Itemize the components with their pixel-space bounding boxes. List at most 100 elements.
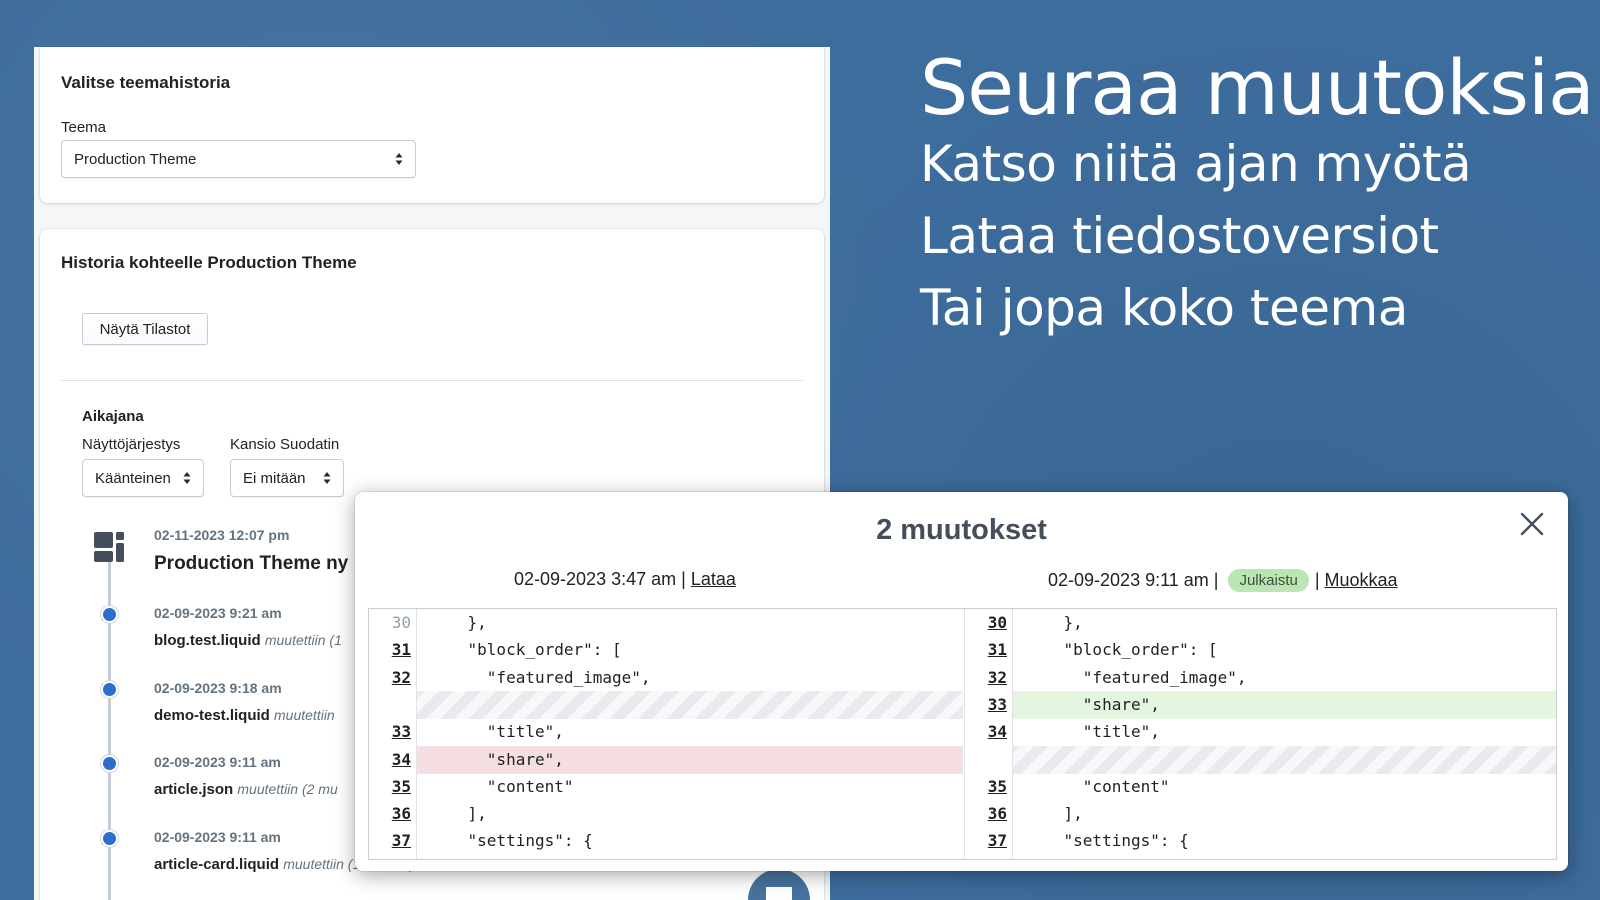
line-number[interactable]: 30 [369, 613, 415, 632]
hero-line-3: Tai jopa koko teema [920, 278, 1408, 337]
code-line: "content" [1025, 776, 1170, 796]
line-number[interactable]: 33 [965, 695, 1011, 714]
right-separator: | [1314, 570, 1320, 590]
code-line: "featured_image", [429, 667, 651, 687]
code-line: "share", [1013, 690, 1556, 719]
diff-row-context: "featured_image", 32 [369, 664, 963, 692]
diff-row-context: ], 36 [965, 800, 1556, 828]
diff-row-added: "share", 33 [965, 690, 1556, 719]
order-label: Näyttöjärjestys [82, 436, 181, 453]
modal-title: 2 muutokset [876, 514, 1047, 546]
line-number[interactable]: 33 [369, 722, 415, 741]
timeline-date: 02-11-2023 12:07 pm [154, 527, 290, 543]
timeline-item-name: blog.test.liquid [154, 632, 261, 649]
close-icon[interactable] [1518, 510, 1546, 538]
timeline-item-title[interactable]: demo-test.liquid muutettiin [154, 707, 335, 724]
code-line: "settings": { [429, 831, 593, 851]
theme-card-title: Valitse teemahistoria [61, 73, 231, 92]
timeline-dot [101, 606, 118, 623]
timeline-dot [101, 830, 118, 847]
line-number[interactable]: 34 [369, 750, 415, 769]
code-line: ], [1025, 804, 1083, 824]
folder-filter-select[interactable]: Ei mitään [230, 459, 344, 497]
line-number[interactable]: 36 [369, 804, 415, 823]
diff-row-context: }, 30 [369, 609, 963, 637]
line-number[interactable]: 34 [965, 722, 1011, 741]
code-line: "content" [429, 776, 574, 796]
code-line: "featured_image", [1025, 667, 1247, 687]
timeline-item-title[interactable]: blog.test.liquid muutettiin (1 [154, 632, 342, 649]
select-arrows-icon [395, 153, 403, 165]
right-revision-date: 02-09-2023 9:11 am | [1048, 570, 1219, 590]
timeline-date: 02-09-2023 9:18 am [154, 680, 282, 696]
timeline-title: Aikajana [82, 408, 144, 425]
timeline-dot [101, 681, 118, 698]
order-select-value: Käänteinen [95, 469, 171, 487]
theme-icon [94, 532, 124, 562]
timeline-item-name: Production Theme ny [154, 553, 349, 574]
folder-filter-value: Ei mitään [243, 469, 306, 487]
diff-row-context: "title", 34 [965, 718, 1556, 746]
diff-row-removed: "share", 34 [369, 745, 963, 774]
line-number[interactable]: 36 [965, 804, 1011, 823]
theme-label: Teema [61, 119, 107, 136]
timeline-date: 02-09-2023 9:21 am [154, 605, 282, 621]
theme-select[interactable]: Production Theme [61, 140, 416, 178]
select-arrows-icon [323, 472, 331, 484]
code-line: }, [429, 613, 487, 632]
line-number[interactable]: 32 [369, 668, 415, 687]
order-select[interactable]: Käänteinen [82, 459, 204, 497]
edit-link[interactable]: Muokkaa [1325, 570, 1398, 591]
timeline-dot [101, 755, 118, 772]
line-number[interactable]: 32 [965, 668, 1011, 687]
timeline-item-name: demo-test.liquid [154, 707, 270, 724]
code-line: "title", [1025, 722, 1160, 742]
download-link[interactable]: Lataa [691, 569, 736, 590]
line-number[interactable]: 35 [369, 777, 415, 796]
history-card-title: Historia kohteelle Production Theme [61, 253, 357, 272]
timeline-item-name: article.json [154, 781, 234, 798]
hero-title: Seuraa muutoksia [920, 43, 1595, 132]
chat-button[interactable] [748, 869, 810, 900]
line-number[interactable]: 37 [369, 831, 415, 850]
diff-row-gap [965, 745, 1556, 774]
line-number[interactable]: 30 [965, 613, 1011, 632]
code-line [1013, 745, 1556, 774]
hero-line-2: Lataa tiedostoversiot [920, 206, 1439, 265]
code-line: "settings": { [1025, 831, 1189, 851]
code-line: "share", [417, 745, 963, 774]
line-number[interactable]: 37 [965, 831, 1011, 850]
code-line: }, [1025, 613, 1083, 632]
diff-pane-old: }, 30 "block_order": [31 "featured_image"… [369, 609, 963, 859]
diff-row-context: "settings": { 37 [369, 827, 963, 855]
select-arrows-icon [183, 472, 191, 484]
show-stats-button[interactable]: Näytä Tilastot [82, 313, 208, 345]
line-number[interactable]: 35 [965, 777, 1011, 796]
timeline-item-title[interactable]: Production Theme ny [154, 553, 348, 575]
line-number[interactable]: 31 [369, 640, 415, 659]
diff-row-context: "featured_image", 32 [965, 664, 1556, 692]
timeline-item-note: muutettiin (2 mu [237, 781, 338, 797]
code-line: ], [429, 804, 487, 824]
diff-row-context: ], 36 [369, 800, 963, 828]
hero-line-1: Katso niitä ajan myötä [920, 134, 1472, 193]
diff-view[interactable]: }, 30 "block_order": [ 31 "featured_image"… [368, 608, 1557, 860]
diff-row-context: "block_order": [ 31 [965, 636, 1556, 664]
code-line: "block_order": [ [1025, 640, 1218, 660]
timeline-date: 02-09-2023 9:11 am [154, 829, 281, 845]
line-number[interactable]: 31 [965, 640, 1011, 659]
diff-row-context: }, 30 [965, 609, 1556, 637]
theme-select-card: Valitse teemahistoria Teema Production T… [40, 47, 824, 203]
timeline-item-note: muutettiin (1 [264, 632, 342, 648]
right-revision-header: 02-09-2023 9:11 am | Julkaistu | Muokkaa [1048, 569, 1398, 592]
timeline-item-note: muutettiin [274, 707, 335, 723]
diff-row-context: "content" 35 [369, 773, 963, 801]
timeline-item-name: article-card.liquid [154, 856, 280, 873]
diff-row-context: "content" 35 [965, 773, 1556, 801]
folder-filter-label: Kansio Suodatin [230, 436, 340, 453]
chat-icon [766, 887, 792, 900]
timeline-item-title[interactable]: article.json muutettiin (2 mu [154, 781, 338, 798]
timeline-date: 02-09-2023 9:11 am [154, 754, 281, 770]
left-revision-header: 02-09-2023 3:47 am | Lataa [514, 569, 736, 590]
diff-pane-new: }, 30 "block_order": [ 31 "featured_image"… [964, 609, 1556, 859]
